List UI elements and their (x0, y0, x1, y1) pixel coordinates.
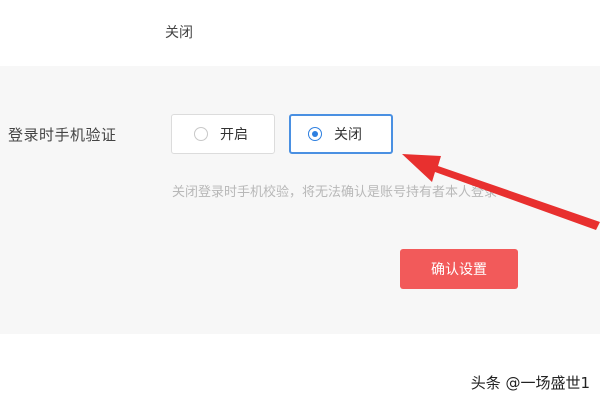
settings-panel (0, 66, 600, 334)
current-status-text: 关闭 (165, 25, 193, 41)
radio-option-enable[interactable]: 开启 (171, 114, 275, 154)
radio-option-disable[interactable]: 关闭 (289, 114, 393, 154)
radio-checked-icon (308, 127, 322, 141)
confirm-settings-button[interactable]: 确认设置 (400, 249, 518, 289)
page: 关闭 登录时手机验证 开启 关闭 关闭登录时手机校验，将无法确认是账号持有者本人… (0, 0, 600, 400)
radio-option-disable-label: 关闭 (334, 127, 362, 143)
radio-option-enable-label: 开启 (220, 127, 248, 143)
hint-text: 关闭登录时手机校验，将无法确认是账号持有者本人登录 (172, 185, 498, 200)
radio-unchecked-icon (194, 127, 208, 141)
watermark-text: 头条 @一场盛世1 (470, 374, 590, 392)
phone-verification-label: 登录时手机验证 (8, 126, 117, 144)
